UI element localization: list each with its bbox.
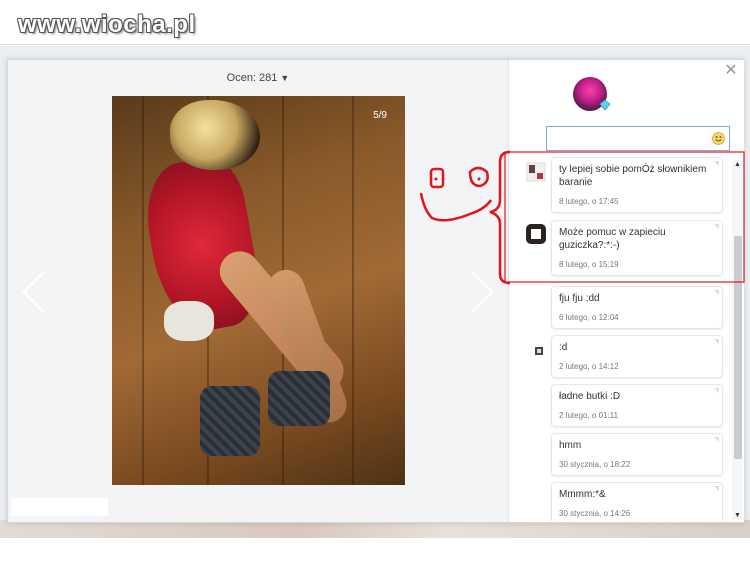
rating-dropdown[interactable]: Ocen: 281 ▼	[8, 72, 508, 84]
comment-item: ładne butki :D 2 lutego, o 01:11	[551, 384, 723, 427]
comment-time: 30 stycznia, o 14:26	[559, 509, 631, 518]
commenter-avatar[interactable]	[525, 161, 547, 183]
floor-plank	[352, 96, 354, 485]
close-icon: ✕	[724, 62, 738, 79]
obscured-area	[11, 498, 108, 516]
comment-time: 30 stycznia, o 18:22	[559, 460, 631, 469]
floor-plank	[142, 96, 144, 485]
photo-figure-boot	[200, 386, 260, 456]
caret-down-icon: ▼	[280, 73, 290, 83]
comment-item: fju fju ;dd 6 lutego, o 12:04	[551, 286, 723, 329]
comment-text: Może pomuc w zapieciu guziczka?:*:-)	[559, 227, 666, 251]
commenter-avatar[interactable]	[525, 341, 547, 363]
photo-figure-boot	[268, 371, 330, 426]
prev-photo-button[interactable]	[22, 270, 46, 314]
photo-counter: 5/9	[373, 110, 387, 121]
rating-label: Ocen: 281	[226, 72, 278, 84]
diamond-badge-icon	[599, 99, 611, 111]
comments-list: ty lepiej sobie pomÓż słownikiem baranie…	[519, 155, 731, 521]
comment-text: fju fju ;dd	[559, 293, 600, 304]
comment-time: 8 lutego, o 15:19	[559, 260, 619, 269]
comment-item: ty lepiej sobie pomÓż słownikiem baranie…	[551, 157, 723, 213]
comment-text: ładne butki :D	[559, 391, 621, 402]
site-header: www.wiocha.pl	[0, 0, 750, 45]
comment-text: :d	[559, 342, 568, 353]
comment-time: 2 lutego, o 14:12	[559, 362, 619, 371]
comments-sidebar: ✕ ty lepiej sobie pomÓż słownikiem baran…	[508, 60, 744, 522]
chevron-left-icon	[22, 271, 45, 313]
scroll-up-icon[interactable]: ▲	[734, 161, 741, 168]
comment-input[interactable]	[546, 126, 730, 151]
scroll-down-icon[interactable]: ▼	[734, 512, 741, 519]
commenter-avatar[interactable]	[525, 223, 547, 245]
photo-figure-hair	[170, 100, 260, 170]
chevron-right-icon	[471, 271, 494, 313]
close-button[interactable]: ✕	[724, 62, 738, 79]
site-logo[interactable]: www.wiocha.pl	[18, 11, 196, 39]
comment-text: ty lepiej sobie pomÓż słownikiem baranie	[559, 164, 707, 188]
comment-time: 8 lutego, o 17:45	[559, 197, 619, 206]
scrollbar-thumb[interactable]	[734, 236, 742, 459]
comment-item: hmm 30 stycznia, o 18:22	[551, 433, 723, 476]
comment-text: Mmmm:*&	[559, 489, 606, 500]
photo-figure-shorts	[164, 301, 214, 341]
comment-time: 2 lutego, o 01:11	[559, 411, 619, 420]
comment-text: hmm	[559, 440, 582, 451]
main-photo[interactable]: 5/9	[112, 96, 405, 485]
comment-item: Mmmm:*& 30 stycznia, o 14:26	[551, 482, 723, 521]
comment-item: :d 2 lutego, o 14:12	[551, 335, 723, 378]
smiley-icon[interactable]	[712, 132, 725, 145]
next-photo-button[interactable]	[470, 270, 494, 314]
photo-modal: Ocen: 281 ▼ 5/9 ✕ ty lepiej sobie pomÓż …	[7, 59, 744, 523]
photo-viewer: Ocen: 281 ▼ 5/9	[8, 60, 508, 522]
comment-time: 6 lutego, o 12:04	[559, 313, 619, 322]
comment-item: Może pomuc w zapieciu guziczka?:*:-) 8 l…	[551, 220, 723, 276]
